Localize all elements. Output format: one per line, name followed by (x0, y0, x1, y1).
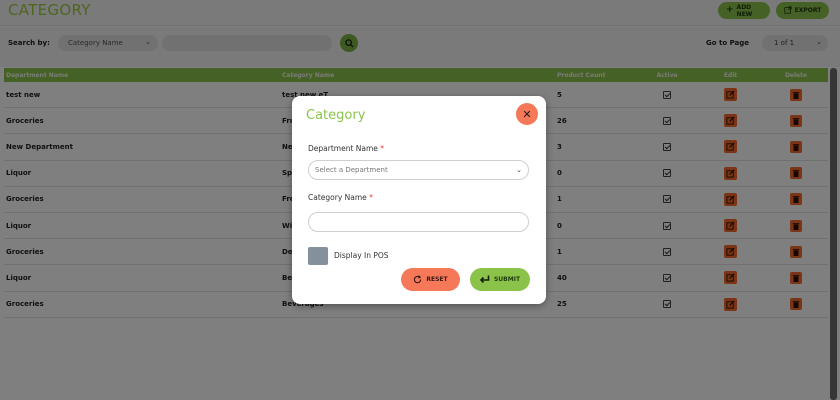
department-select[interactable]: Select a Department ⌄ (308, 160, 529, 180)
submit-button[interactable]: SUBMIT (470, 268, 530, 291)
required-marker: * (380, 144, 385, 153)
category-label-text: Category Name (308, 193, 367, 202)
department-label-text: Department Name (308, 144, 378, 153)
category-name-input[interactable] (308, 212, 529, 232)
submit-label: SUBMIT (493, 276, 521, 283)
department-field-label: Department Name * (308, 144, 384, 153)
reset-label: RESET (426, 276, 448, 283)
chevron-down-icon: ⌄ (516, 166, 522, 174)
modal-title: Category (306, 108, 366, 123)
refresh-icon (414, 275, 422, 284)
category-modal: Category ✕ Department Name * Select a De… (292, 96, 546, 304)
display-in-pos-label: Display In POS (334, 251, 389, 260)
close-icon: ✕ (522, 107, 532, 121)
required-marker: * (369, 193, 373, 202)
reset-button[interactable]: RESET (401, 268, 460, 291)
close-button[interactable]: ✕ (516, 103, 538, 125)
display-in-pos-toggle[interactable] (308, 247, 328, 265)
enter-arrow-icon (479, 275, 490, 284)
category-field-label: Category Name * (308, 193, 373, 202)
department-select-placeholder: Select a Department (315, 166, 388, 174)
